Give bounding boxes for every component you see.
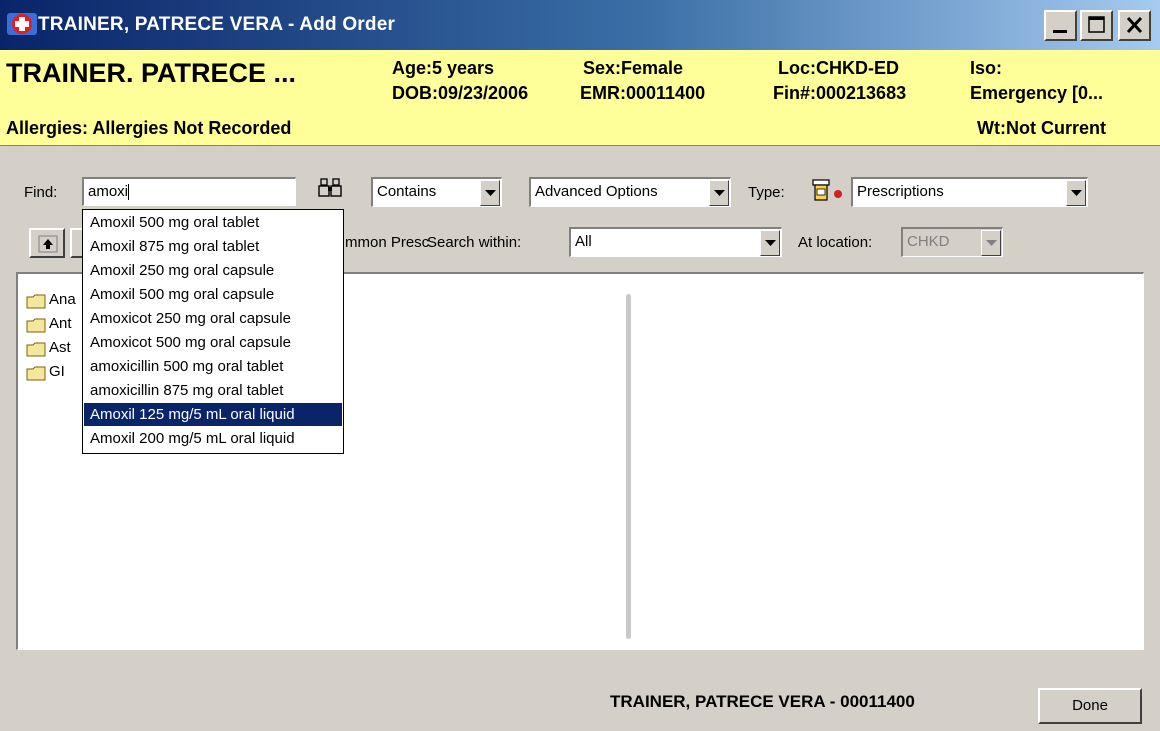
suggestion-item[interactable]: Amoxicot 500 mg oral capsule (84, 331, 342, 354)
location-label: At location: (798, 234, 873, 251)
folder-icon (26, 366, 46, 381)
patient-location: Loc:CHKD-ED (778, 58, 899, 78)
suggestion-item[interactable]: amoxicillin 875 mg oral tablet (84, 379, 342, 402)
folder-up-button[interactable] (29, 228, 65, 258)
tree-folder-label: Ana (49, 291, 76, 308)
find-input-value: amoxi (88, 183, 129, 200)
patient-sex: Sex:Female (583, 58, 684, 78)
suggestion-item[interactable]: Amoxicot 250 mg oral capsule (84, 307, 342, 330)
advanced-options-value: Advanced Options (535, 183, 658, 200)
minimize-icon (1053, 30, 1067, 33)
search-within-label: Search within: (427, 234, 522, 251)
order-type-select[interactable]: Prescriptions (851, 177, 1088, 207)
type-label: Type: (748, 184, 785, 201)
location-value: CHKD (907, 233, 950, 250)
suggestion-item[interactable]: Amoxil 250 mg oral capsule (84, 259, 342, 282)
done-button[interactable]: Done (1038, 688, 1142, 724)
close-icon (1126, 16, 1143, 34)
chevron-down-icon (1071, 190, 1082, 196)
tree-folder-label: Ant (49, 315, 72, 332)
maximize-icon (1088, 16, 1105, 33)
suggestion-item[interactable]: amoxicillin 500 mg oral tablet (84, 355, 342, 378)
patient-banner: TRAINER. PATRECE ... Age:5 years DOB:09/… (0, 50, 1160, 146)
search-within-dropdown-button[interactable] (760, 230, 780, 256)
search-within-select[interactable]: All (569, 227, 782, 257)
footer-patient-label: TRAINER, PATRECE VERA - 00011400 (610, 692, 915, 711)
pane-splitter[interactable] (626, 294, 631, 639)
match-mode-value: Contains (377, 183, 437, 200)
suggestion-item-selected[interactable]: Amoxil 125 mg/5 mL oral liquid (84, 403, 342, 426)
patient-dob: DOB:09/23/2006 (392, 83, 529, 103)
location-select: CHKD (901, 227, 1003, 257)
order-type-value: Prescriptions (857, 183, 944, 200)
encounter-type: Emergency [0... (970, 83, 1104, 103)
tree-folder-label: GI (49, 363, 65, 380)
allergies: Allergies: Allergies Not Recorded (6, 118, 292, 138)
maximize-button[interactable] (1080, 10, 1113, 41)
folder-up-icon (38, 235, 58, 253)
app-icon (7, 13, 37, 35)
suggestion-item[interactable]: Amoxil 200 mg/5 mL oral liquid (84, 427, 342, 450)
advanced-options-select[interactable]: Advanced Options (529, 177, 731, 207)
location-dropdown-button (981, 230, 1001, 256)
chevron-down-icon (765, 240, 776, 246)
patient-age: Age:5 years (392, 58, 495, 78)
close-button[interactable] (1118, 10, 1151, 41)
chevron-down-icon (986, 240, 997, 246)
patient-name: TRAINER. PATRECE ... (6, 58, 297, 88)
autocomplete-list[interactable]: Amoxil 500 mg oral tablet Amoxil 875 mg … (82, 209, 344, 454)
prescription-bottle-icon (812, 179, 842, 201)
find-input[interactable]: amoxi (82, 177, 296, 206)
search-within-value: All (575, 233, 592, 250)
binoculars-icon[interactable] (318, 177, 344, 201)
suggestion-item[interactable]: Amoxil 500 mg oral capsule (84, 283, 342, 306)
tree-folder-label: Ast (49, 339, 71, 356)
folder-label: mmon Presc (345, 234, 430, 251)
find-label: Find: (24, 184, 58, 201)
title-bar[interactable]: TRAINER, PATRECE VERA - Add Order (0, 0, 1160, 50)
folder-icon (26, 294, 46, 309)
suggestion-item[interactable]: Amoxil 875 mg oral tablet (84, 235, 342, 258)
folder-icon (26, 342, 46, 357)
chevron-down-icon (485, 190, 496, 196)
patient-fin: Fin#:000213683 (773, 83, 907, 103)
folder-icon (26, 318, 46, 333)
patient-iso: Iso: (970, 58, 1003, 78)
weight: Wt:Not Current (977, 118, 1106, 138)
patient-emr: EMR:00011400 (580, 83, 706, 103)
advanced-options-dropdown-button[interactable] (709, 180, 729, 206)
minimize-button[interactable] (1044, 10, 1077, 41)
order-type-dropdown-button[interactable] (1066, 180, 1086, 206)
chevron-down-icon (714, 190, 725, 196)
match-mode-select[interactable]: Contains (371, 177, 502, 207)
match-mode-dropdown-button[interactable] (480, 180, 500, 206)
suggestion-item[interactable]: Amoxil 500 mg oral tablet (84, 211, 342, 234)
window-title: TRAINER, PATRECE VERA - Add Order (38, 14, 396, 35)
